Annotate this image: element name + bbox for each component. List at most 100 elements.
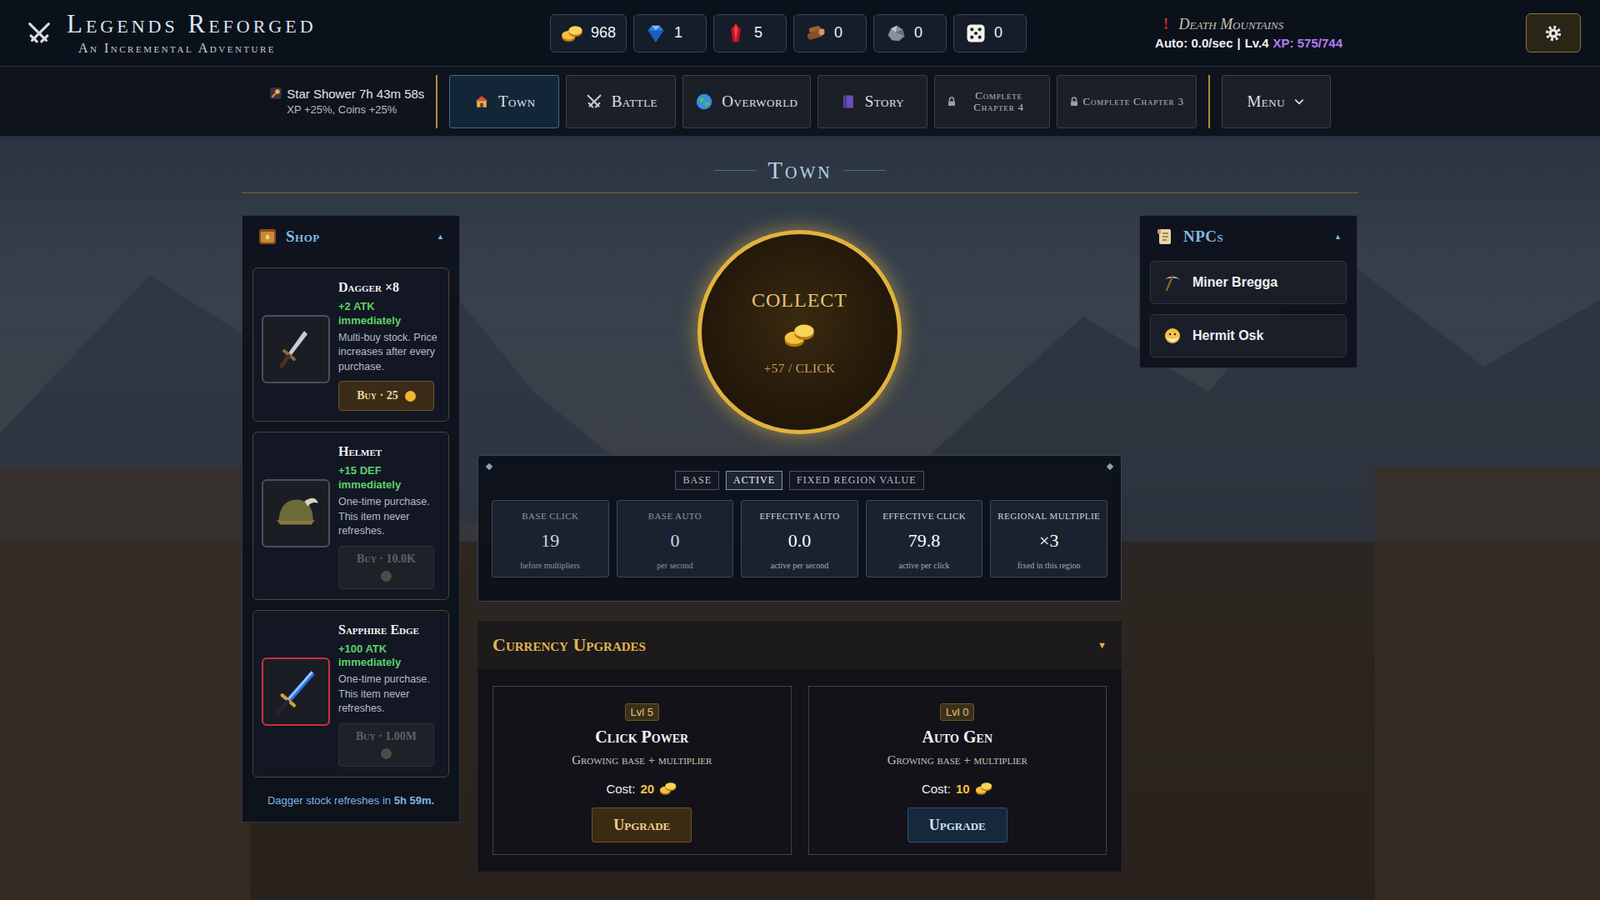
nav-tab[interactable]: Town [449,75,560,129]
npc-header[interactable]: NPCs ▲ [1150,215,1347,258]
coin-icon [380,748,392,760]
stat-card: EFFECTIVE AUTO 0.0 active per second [740,500,859,578]
center-column: COLLECT +57 / CLICK BASEACTIVE FIXED REGI… [477,215,1122,873]
globe-icon [695,92,714,111]
coins-icon [783,318,817,352]
coin-icon [405,390,416,402]
town-icon [473,93,490,110]
coins-icon [975,779,994,798]
stat-note: active per second [744,560,855,570]
title-ornament [844,170,886,171]
currency-pill: 0 [873,14,947,53]
npc-name: Hermit Osk [1192,328,1264,344]
helmet-icon [270,487,322,540]
coins-icon [560,21,585,45]
page-title-text: Town [767,156,832,185]
item-effect: +100 ATK immediately [338,642,440,671]
region-name: ! Death Mountains [1155,15,1343,34]
game-subtitle: An Incremental Adventure [66,40,317,56]
pickaxe-icon [1162,272,1183,293]
npc-entry[interactable]: Miner Bregga [1150,260,1347,305]
player-level: Lv.4 [1245,35,1270,50]
stat-mode-tab[interactable]: ACTIVE [725,470,783,490]
stat-note: active per click [869,560,980,570]
nav-tab[interactable]: Story [817,75,928,129]
stat-mode-tab[interactable]: BASE [675,470,720,490]
shop-title: Shop [285,227,320,246]
currency-upgrades-panel: Currency Upgrades ▼ Lvl 5 Click Power Gr… [476,620,1123,873]
nav-tab[interactable]: Complete Chapter 3 [1056,75,1197,129]
nav-tab[interactable]: Battle [565,75,676,129]
collapse-toggle[interactable]: ▼ [1097,640,1107,650]
stat-card: EFFECTIVE CLICK 79.8 active per click [865,500,984,578]
nav-separator [1208,75,1210,129]
nav-tabs: Town Battle Overworld Story Complete Cha… [449,75,1196,129]
wood-icon [804,21,828,45]
top-bar: Legends Reforged An Incremental Adventur… [0,0,1600,67]
crystal-icon [724,21,748,45]
collect-button[interactable]: COLLECT +57 / CLICK [697,230,902,435]
upgrades-header[interactable]: Currency Upgrades ▼ [477,620,1122,670]
settings-button[interactable] [1525,13,1581,53]
stat-value: 79.8 [869,530,980,552]
upgrade-card: Lvl 5 Click Power Growing base + multipl… [492,685,792,855]
stat-note: per second [620,560,731,570]
npc-panel: NPCs ▲ Miner Bregga Hermit Osk [1139,215,1358,369]
buy-label: Buy · 1.00M [355,730,417,744]
collapse-toggle[interactable]: ▲ [1334,232,1342,241]
upgrade-button[interactable]: Upgrade [591,807,692,843]
stat-mode-tab[interactable]: FIXED REGION VALUE [789,470,925,490]
hermit-face-icon [1162,325,1183,346]
nav-tab[interactable]: Overworld [682,75,810,129]
event-banner: Star Shower 7h 43m 58s XP +25%, Coins +2… [269,86,425,116]
shop-item: Helmet +15 DEF immediately One-time purc… [252,431,450,600]
event-name: Star Shower 7h 43m 58s [286,86,425,101]
stat-value: 19 [495,530,606,552]
book-icon [840,93,857,110]
region-info: ! Death Mountains Auto: 0.0/sec | Lv.4 X… [1155,15,1343,50]
buy-button[interactable]: Buy · 10.0K [338,545,435,590]
item-picture [261,657,330,726]
upgrade-button[interactable]: Upgrade [907,807,1008,843]
upgrade-level: Lvl 0 [940,703,975,721]
item-effect: +2 ATK immediately [338,300,440,329]
coin-icon [380,570,392,582]
buy-label: Buy · 10.0K [356,552,416,566]
buy-button[interactable]: Buy · 1.00M [338,723,435,767]
game-logo: Legends Reforged An Incremental Adventur… [25,10,550,55]
currency-bar: 968 1 5 0 0 0 [550,14,1027,53]
item-details: Sapphire Edge +100 ATK immediately One-t… [338,622,440,767]
collapse-toggle[interactable]: ▲ [436,232,445,241]
menu-button[interactable]: Menu [1221,75,1331,129]
town-page: Town Shop ▲ Dagger ×8 +2 ATK immediately… [241,136,1359,873]
scroll-icon [1155,226,1175,247]
shop-header[interactable]: Shop ▲ [252,215,450,258]
currency-value: 0 [914,24,923,42]
gem-icon [644,21,668,45]
nav-tab-label: Overworld [721,92,798,111]
nav-tab[interactable]: Complete Chapter 4 [934,75,1050,129]
stat-label: EFFECTIVE CLICK [869,510,980,521]
buy-button[interactable]: Buy · 25 [338,380,435,411]
item-details: Helmet +15 DEF immediately One-time purc… [338,444,440,589]
stock-refresh-note: Dagger stock refreshes in 5h 59m. [252,777,450,812]
upgrade-name: Click Power [595,727,689,747]
corner-ornament [1106,463,1114,470]
corner-ornament [485,463,493,470]
stat-label: EFFECTIVE AUTO [744,510,855,521]
dagger-icon [270,324,321,375]
nav-tab-label: Complete Chapter 4 [960,90,1038,113]
stat-value: 0 [620,530,731,552]
click-rate: +57 / CLICK [764,361,836,376]
star-shower-icon [269,86,283,100]
event-bonus: XP +25%, Coins +25% [286,103,425,116]
stats-panel: BASEACTIVEFIXED REGION VALUE BASE CLICK … [477,455,1122,602]
currency-pill: 0 [953,14,1027,53]
shop-panel: Shop ▲ Dagger ×8 +2 ATK immediately Mult… [241,215,460,823]
cost-label: Cost: [605,781,635,796]
nav-tab-label: Battle [611,92,658,111]
title-divider [241,192,1359,194]
npc-entry[interactable]: Hermit Osk [1150,314,1347,358]
item-details: Dagger ×8 +2 ATK immediately Multi-buy s… [338,280,440,411]
currency-value: 0 [994,24,1003,42]
